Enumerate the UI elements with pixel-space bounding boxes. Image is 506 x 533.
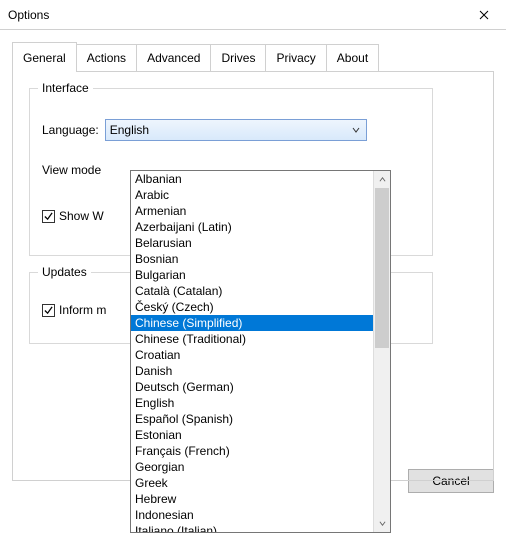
scroll-down-button[interactable]: [374, 515, 390, 532]
tab-label: About: [337, 51, 368, 65]
language-dropdown-list: AlbanianArabicArmenianAzerbaijani (Latin…: [130, 170, 391, 533]
tab-general[interactable]: General: [12, 42, 77, 72]
language-combobox[interactable]: English: [105, 119, 367, 141]
language-option[interactable]: Azerbaijani (Latin): [131, 219, 373, 235]
language-option[interactable]: Français (French): [131, 443, 373, 459]
language-option[interactable]: Český (Czech): [131, 299, 373, 315]
language-option[interactable]: Español (Spanish): [131, 411, 373, 427]
tab-privacy[interactable]: Privacy: [265, 44, 326, 71]
chevron-down-icon: [348, 126, 364, 134]
language-option[interactable]: Armenian: [131, 203, 373, 219]
language-selected: English: [110, 123, 149, 137]
tab-label: General: [23, 51, 66, 65]
tab-label: Drives: [221, 51, 255, 65]
tab-label: Advanced: [147, 51, 200, 65]
close-button[interactable]: [461, 0, 506, 30]
updates-legend: Updates: [38, 265, 91, 279]
chevron-up-icon: [379, 176, 386, 183]
show-windows-checkbox[interactable]: [42, 210, 55, 223]
tab-advanced[interactable]: Advanced: [136, 44, 211, 71]
inform-row: Inform m: [42, 303, 106, 317]
tab-strip: General Actions Advanced Drives Privacy …: [12, 42, 494, 71]
tab-label: Actions: [87, 51, 126, 65]
language-option[interactable]: Danish: [131, 363, 373, 379]
language-option[interactable]: Georgian: [131, 459, 373, 475]
language-option[interactable]: Greek: [131, 475, 373, 491]
interface-legend: Interface: [38, 81, 93, 95]
window-title: Options: [8, 8, 49, 22]
language-option[interactable]: Albanian: [131, 171, 373, 187]
language-option[interactable]: English: [131, 395, 373, 411]
language-option[interactable]: Català (Catalan): [131, 283, 373, 299]
checkmark-icon: [44, 306, 53, 315]
language-label: Language:: [42, 123, 99, 137]
inform-label: Inform m: [59, 303, 106, 317]
language-option[interactable]: Bulgarian: [131, 267, 373, 283]
language-option[interactable]: Indonesian: [131, 507, 373, 523]
dropdown-scrollbar[interactable]: [373, 171, 390, 532]
show-windows-label: Show W: [59, 209, 104, 223]
language-row: Language: English: [42, 119, 367, 141]
checkmark-icon: [44, 212, 53, 221]
language-option[interactable]: Bosnian: [131, 251, 373, 267]
language-option[interactable]: Chinese (Traditional): [131, 331, 373, 347]
language-option[interactable]: Arabic: [131, 187, 373, 203]
close-icon: [479, 10, 489, 20]
tab-actions[interactable]: Actions: [76, 44, 137, 71]
chevron-down-icon: [379, 520, 386, 527]
language-option[interactable]: Deutsch (German): [131, 379, 373, 395]
titlebar: Options: [0, 0, 506, 30]
language-option[interactable]: Estonian: [131, 427, 373, 443]
scroll-thumb[interactable]: [375, 188, 389, 348]
dialog-content: General Actions Advanced Drives Privacy …: [0, 30, 506, 505]
tab-about[interactable]: About: [326, 44, 379, 71]
language-options-container: AlbanianArabicArmenianAzerbaijani (Latin…: [131, 171, 373, 532]
tab-drives[interactable]: Drives: [210, 44, 266, 71]
view-mode-text: View mode: [42, 163, 101, 177]
show-windows-row: Show W: [42, 209, 104, 223]
language-option[interactable]: Croatian: [131, 347, 373, 363]
inform-checkbox[interactable]: [42, 304, 55, 317]
language-option[interactable]: Italiano (Italian): [131, 523, 373, 532]
scroll-up-button[interactable]: [374, 171, 390, 188]
view-mode-label: View mode: [42, 163, 101, 177]
tab-label: Privacy: [276, 51, 315, 65]
language-option[interactable]: Belarusian: [131, 235, 373, 251]
language-option[interactable]: Chinese (Simplified): [131, 315, 373, 331]
